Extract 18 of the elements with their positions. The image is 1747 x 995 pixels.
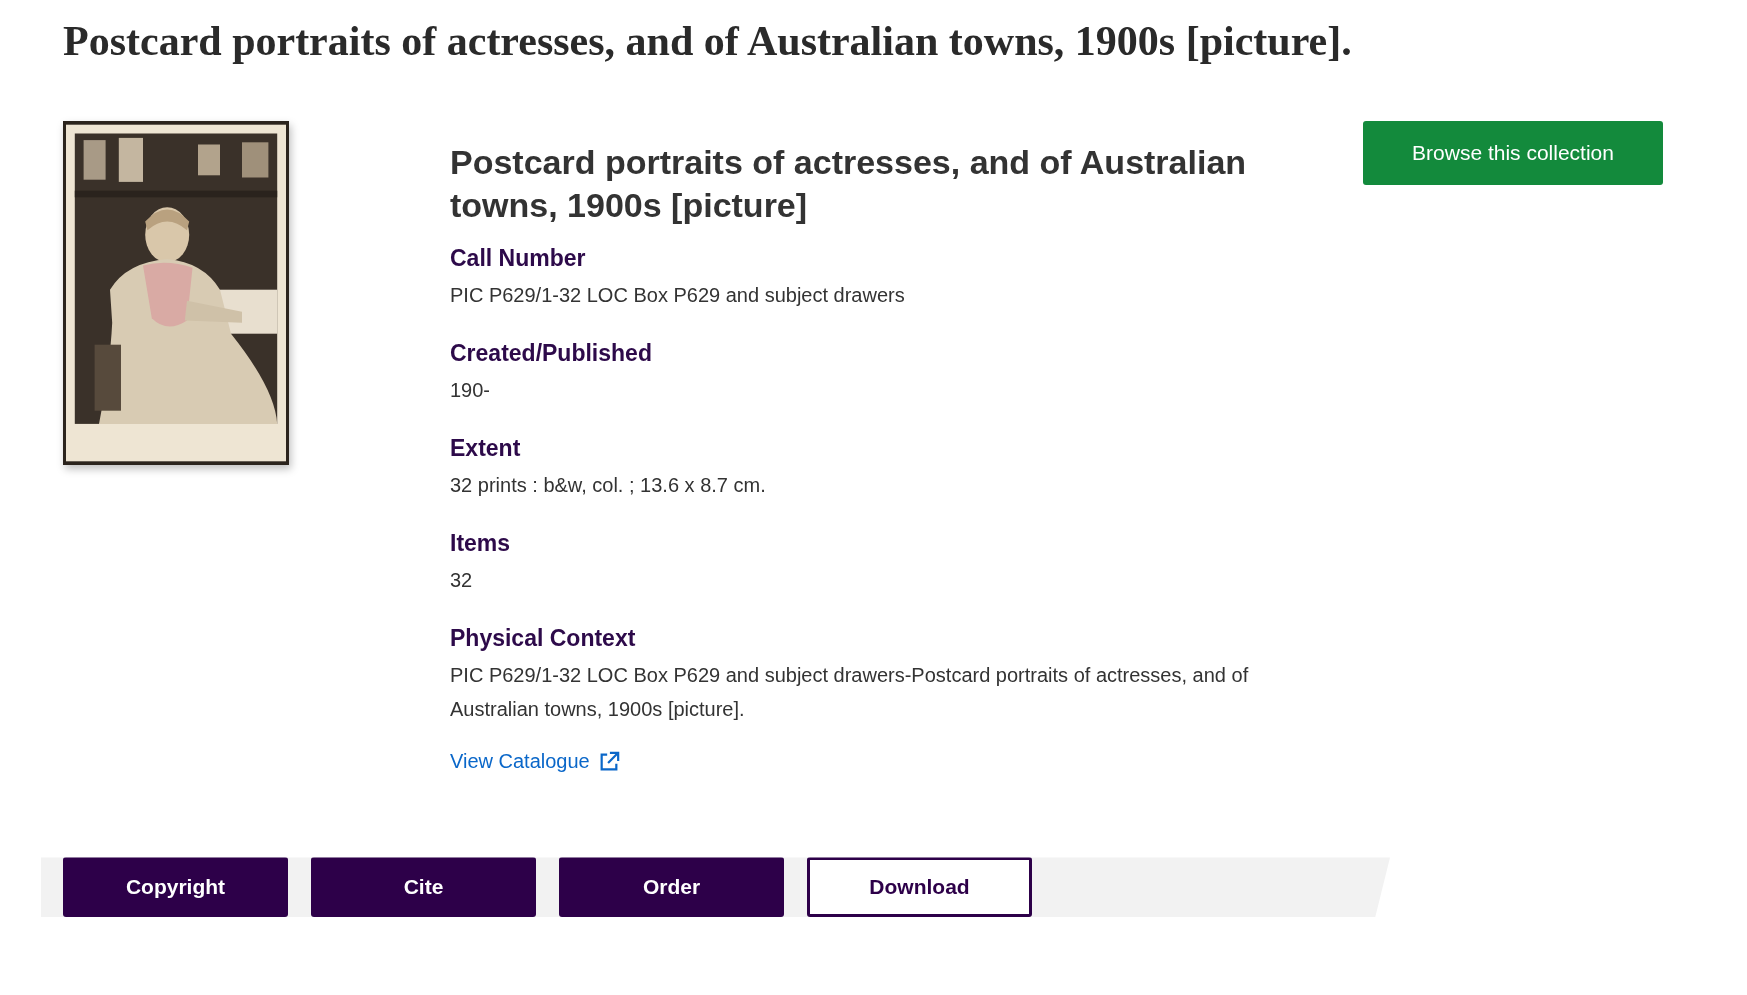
action-button[interactable]: Download	[807, 857, 1032, 918]
field-label: Created/Published	[450, 340, 653, 368]
field-value: PIC P629/1-32 LOC Box P629 and subject drawers-Postcard portraits of actresses, and of Australian towns, 1900s [picture].	[450, 663, 1250, 723]
field-value: PIC P629/1-32 LOC Box P629 and subject drawers	[450, 283, 906, 309]
action-button[interactable]: Order	[559, 857, 784, 918]
record-heading: Postcard portraits of actresses, and of Australian towns, 1900s [picture]	[450, 142, 1248, 227]
field-label: Call Number	[450, 245, 587, 273]
action-button[interactable]: Copyright	[63, 857, 288, 918]
field-value: 32 prints : b&w, col. ; 13.6 x 8.7 cm.	[450, 473, 767, 499]
field-value: 190-	[450, 378, 492, 404]
field-label: Physical Context	[450, 625, 637, 653]
field-label: Items	[450, 530, 512, 558]
field-label: Extent	[450, 435, 522, 463]
view-catalogue-link[interactable]: View Catalogue	[450, 750, 620, 774]
browse-collection-button[interactable]: Browse this collection	[1363, 121, 1663, 186]
action-button[interactable]: Cite	[311, 857, 536, 918]
page-title: Postcard portraits of actresses, and of Australian towns, 1900s [picture].	[62, 17, 1353, 66]
field-value: 32	[450, 568, 474, 594]
